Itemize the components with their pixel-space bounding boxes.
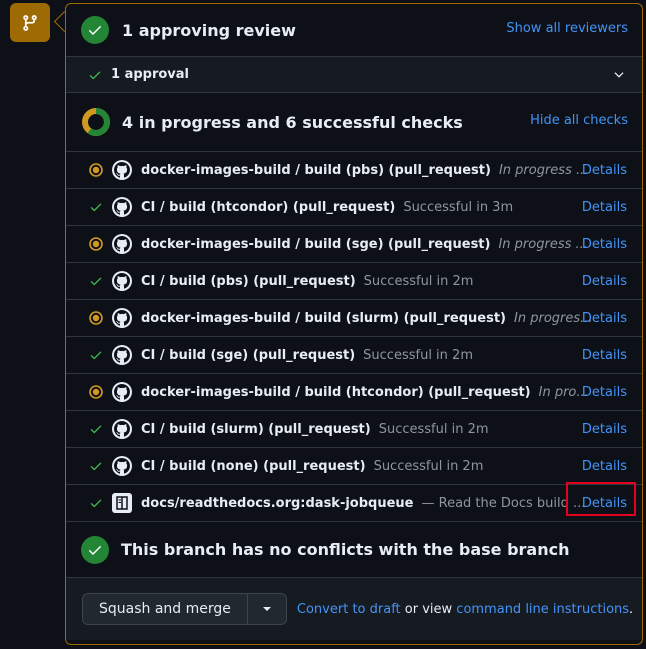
check-row: CI / build (none) (pull_request) Successf… — [66, 447, 642, 484]
checks-list: docker-images-build / build (pbs) (pull_… — [66, 151, 642, 521]
highlight-box — [566, 482, 636, 516]
check-name: CI / build (slurm) (pull_request) — [141, 421, 371, 437]
details-link[interactable]: Details — [582, 237, 627, 252]
git-branch-icon — [10, 3, 50, 42]
hide-all-checks-link[interactable]: Hide all checks — [530, 113, 628, 128]
details-link[interactable]: Details — [582, 311, 627, 326]
check-description: Successful in 2m — [363, 347, 473, 363]
check-name: CI / build (htcondor) (pull_request) — [141, 199, 396, 215]
merge-method-dropdown[interactable] — [248, 594, 286, 624]
check-name: docker-images-build / build (pbs) (pull_… — [141, 162, 491, 178]
check-description: Successful in 2m — [363, 273, 474, 289]
check-name: docs/readthedocs.org:dask-jobqueue — [141, 495, 414, 511]
merge-box: 1 approving review Show all reviewers 1 … — [65, 3, 643, 645]
github-icon — [112, 197, 132, 217]
details-link[interactable]: Details — [582, 200, 627, 215]
checks-progress-ring-icon — [81, 107, 111, 137]
merge-section: Squash and merge Convert to draft or vie… — [66, 578, 642, 640]
check-description: In progress ... — [498, 236, 588, 252]
check-name: CI / build (none) (pull_request) — [141, 458, 366, 474]
check-name: CI / build (pbs) (pull_request) — [141, 273, 356, 289]
approvals-label: 1 approval — [111, 67, 189, 82]
readthedocs-icon — [112, 493, 132, 513]
details-link[interactable]: Details — [582, 422, 627, 437]
details-link[interactable]: Details — [582, 348, 627, 363]
in-progress-dot-icon — [88, 237, 104, 251]
github-icon — [112, 160, 132, 180]
check-description: In progress ... — [498, 162, 589, 178]
github-icon — [112, 234, 132, 254]
in-progress-dot-icon — [88, 163, 104, 177]
github-icon — [112, 382, 132, 402]
period-text: . — [629, 601, 634, 617]
check-name: docker-images-build / build (slurm) (pul… — [141, 310, 507, 326]
review-section: 1 approving review Show all reviewers — [66, 4, 642, 57]
check-icon — [88, 200, 104, 214]
review-title: 1 approving review — [122, 20, 296, 40]
github-icon — [112, 345, 132, 365]
check-row: CI / build (sge) (pull_request) Successfu… — [66, 336, 642, 373]
check-icon — [88, 422, 104, 436]
conflicts-section: This branch has no conflicts with the ba… — [66, 521, 642, 578]
details-link[interactable]: Details — [582, 459, 627, 474]
merge-button-group: Squash and merge — [82, 593, 287, 625]
checks-title: 4 in progress and 6 successful checks — [122, 112, 463, 132]
in-progress-dot-icon — [88, 385, 104, 399]
check-description: — Read the Docs build ... — [421, 495, 586, 511]
github-icon — [112, 271, 132, 291]
check-icon — [88, 459, 104, 473]
conflicts-title: This branch has no conflicts with the ba… — [121, 540, 570, 559]
check-row: docker-images-build / build (htcondor) (… — [66, 373, 642, 410]
chevron-down-icon — [612, 68, 626, 82]
github-icon — [112, 308, 132, 328]
details-link[interactable]: Details — [582, 163, 627, 178]
in-progress-dot-icon — [88, 311, 104, 325]
check-row: docker-images-build / build (slurm) (pul… — [66, 299, 642, 336]
check-row: CI / build (htcondor) (pull_request) Succ… — [66, 188, 642, 225]
check-name: docker-images-build / build (htcondor) (… — [141, 384, 531, 400]
check-circle-icon — [81, 16, 109, 44]
check-row: docker-images-build / build (pbs) (pull_… — [66, 151, 642, 188]
show-all-reviewers-link[interactable]: Show all reviewers — [506, 21, 628, 36]
github-icon — [112, 456, 132, 476]
github-icon — [112, 419, 132, 439]
squash-and-merge-button[interactable]: Squash and merge — [83, 594, 248, 624]
or-view-text: or view — [404, 601, 453, 617]
check-circle-icon — [81, 535, 109, 564]
merge-help-text: Convert to draft or view command line in… — [297, 602, 633, 617]
check-description: In progres... — [514, 310, 593, 326]
check-row: CI / build (slurm) (pull_request) Success… — [66, 410, 642, 447]
triangle-down-icon — [262, 604, 272, 614]
check-name: CI / build (sge) (pull_request) — [141, 347, 356, 363]
check-icon — [88, 348, 104, 362]
checks-header: 4 in progress and 6 successful checks Hi… — [66, 93, 642, 151]
check-icon — [88, 274, 104, 288]
check-row: CI / build (pbs) (pull_request) Successfu… — [66, 262, 642, 299]
check-description: Successful in 2m — [373, 458, 484, 474]
approvals-toggle[interactable]: 1 approval — [66, 57, 642, 93]
check-name: docker-images-build / build (sge) (pull_… — [141, 236, 491, 252]
check-description: Successful in 2m — [378, 421, 489, 437]
check-icon — [88, 496, 104, 510]
check-row: docs/readthedocs.org:dask-jobqueue — Read… — [66, 482, 642, 521]
check-icon — [88, 68, 102, 82]
details-link[interactable]: Details — [582, 385, 627, 400]
check-description: Successful in 3m — [403, 199, 514, 215]
details-link[interactable]: Details — [582, 274, 627, 289]
convert-to-draft-link[interactable]: Convert to draft — [297, 602, 401, 617]
check-row: docker-images-build / build (sge) (pull_… — [66, 225, 642, 262]
command-line-instructions-link[interactable]: command line instructions — [456, 602, 629, 617]
